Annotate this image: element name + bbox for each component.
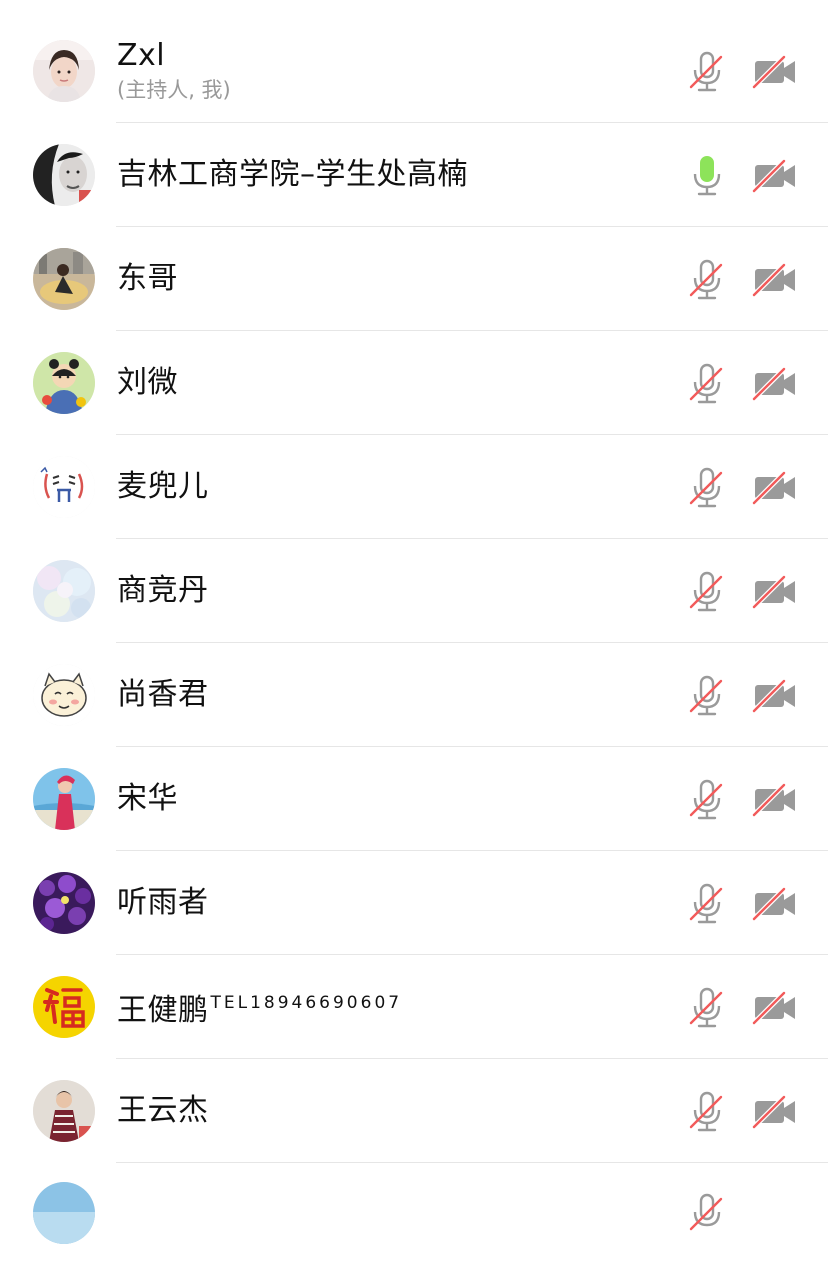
camera-off-icon[interactable] [752, 679, 798, 713]
avatar [33, 768, 95, 830]
participant-info: 王健鹏 TEL18946690607 [117, 955, 402, 1059]
camera-off-icon[interactable] [752, 991, 798, 1025]
mic-muted-icon[interactable] [688, 883, 726, 925]
participant-info: 王云杰 [117, 1059, 209, 1163]
camera-off-icon[interactable] [752, 783, 798, 817]
camera-off-icon[interactable] [752, 263, 798, 297]
participant-name: Zxl [117, 38, 166, 73]
camera-off-icon[interactable] [752, 575, 798, 609]
camera-off-icon[interactable] [752, 471, 798, 505]
participant-name: 麦兜儿 [117, 469, 209, 504]
participant-name-suffix: TEL18946690607 [210, 993, 403, 1013]
mic-muted-icon[interactable] [688, 1091, 726, 1133]
participant-info: 商竞丹 [117, 539, 209, 643]
mic-muted-icon[interactable] [688, 467, 726, 509]
mic-muted-icon[interactable] [688, 779, 726, 821]
participant-name: 东哥 [117, 261, 178, 296]
mic-muted-icon[interactable] [688, 1193, 726, 1235]
participant-name: 吉林工商学院–学生处高楠 [117, 157, 468, 192]
participant-role: (主持人, 我) [117, 78, 231, 102]
avatar [33, 976, 95, 1038]
avatar [33, 560, 95, 622]
mic-muted-icon[interactable] [688, 571, 726, 613]
participant-name: 王云杰 [117, 1093, 209, 1128]
participant-row[interactable]: Zxl (主持人, 我) [0, 19, 828, 123]
participant-info: Zxl (主持人, 我) [117, 19, 231, 123]
participant-name: 宋华 [117, 781, 178, 816]
mic-muted-icon[interactable] [688, 51, 726, 93]
participant-row[interactable]: 王云杰 [0, 1059, 828, 1163]
mic-muted-icon[interactable] [688, 987, 726, 1029]
participant-info: 听雨者 [117, 851, 209, 955]
mic-muted-icon[interactable] [688, 259, 726, 301]
participant-row[interactable]: 王健鹏 TEL18946690607 [0, 955, 828, 1059]
participant-name: 刘微 [117, 365, 178, 400]
avatar [33, 144, 95, 206]
participant-info: 刘微 [117, 331, 178, 435]
camera-off-icon[interactable] [752, 1095, 798, 1129]
participant-row[interactable]: 尚香君 [0, 643, 828, 747]
participant-row[interactable]: 刘微 [0, 331, 828, 435]
participant-row[interactable]: 吉林工商学院–学生处高楠 [0, 123, 828, 227]
camera-off-icon[interactable] [752, 159, 798, 193]
avatar [33, 40, 95, 102]
participant-name: 听雨者 [117, 885, 209, 920]
participant-name: 商竞丹 [117, 573, 209, 608]
participant-row[interactable]: 商竞丹 [0, 539, 828, 643]
participant-row[interactable] [0, 1163, 828, 1267]
participant-row[interactable]: 麦兜儿 [0, 435, 828, 539]
participant-name-text: 王健鹏 [117, 993, 209, 1028]
participant-row[interactable]: 东哥 [0, 227, 828, 331]
participant-info: 吉林工商学院–学生处高楠 [117, 123, 468, 227]
avatar [33, 1182, 95, 1244]
participant-row[interactable]: 听雨者 [0, 851, 828, 955]
participant-list: Zxl (主持人, 我) 吉林工商学院–学生处高楠 东哥 刘微 麦兜儿 商竞丹 … [0, 19, 828, 1267]
participant-info: 东哥 [117, 227, 178, 331]
avatar [33, 456, 95, 518]
camera-off-icon[interactable] [752, 887, 798, 921]
participant-row[interactable]: 宋华 [0, 747, 828, 851]
participant-info: 尚香君 [117, 643, 209, 747]
camera-off-icon[interactable] [752, 367, 798, 401]
camera-off-icon[interactable] [752, 55, 798, 89]
avatar [33, 248, 95, 310]
avatar [33, 1080, 95, 1142]
participant-name: 王健鹏 TEL18946690607 [117, 985, 402, 1029]
avatar [33, 352, 95, 414]
mic-muted-icon[interactable] [688, 675, 726, 717]
mic-muted-icon[interactable] [688, 363, 726, 405]
avatar [33, 664, 95, 726]
participant-info: 麦兜儿 [117, 435, 209, 539]
participant-name: 尚香君 [117, 677, 209, 712]
mic-active-icon[interactable] [688, 155, 726, 197]
participant-info: 宋华 [117, 747, 178, 851]
avatar [33, 872, 95, 934]
